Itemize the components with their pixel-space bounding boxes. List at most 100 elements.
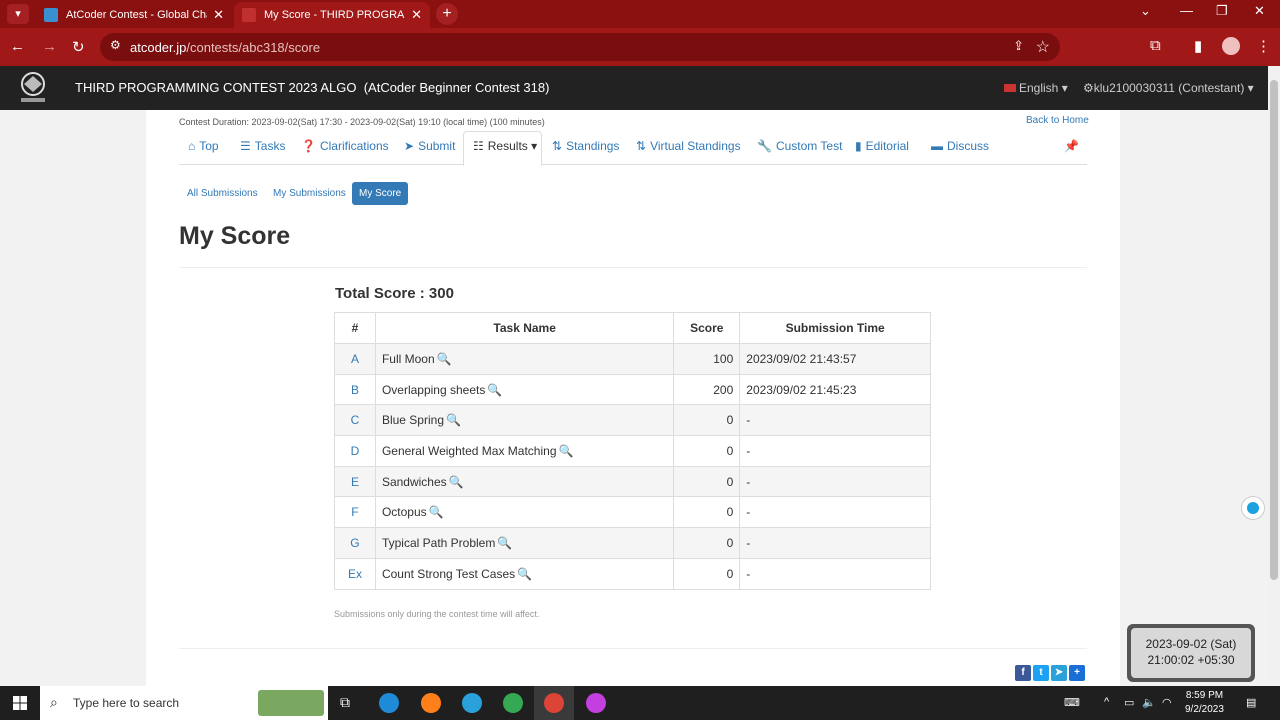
- tab-standings[interactable]: ⇅ Standings: [552, 139, 619, 153]
- task-id-link[interactable]: D: [334, 435, 376, 467]
- tab-label: Discuss: [947, 139, 990, 153]
- contest-title[interactable]: THIRD PROGRAMMING CONTEST 2023 ALGO (AtC…: [75, 80, 549, 95]
- tab-virtual-standings[interactable]: ⇅ Virtual Standings: [636, 139, 741, 153]
- close-window-icon[interactable]: ✕: [1254, 3, 1265, 19]
- user-dropdown[interactable]: ⚙klu2100030311 (Contestant) ▾: [1083, 81, 1254, 95]
- back-arrow-icon[interactable]: ←: [10, 38, 25, 55]
- reload-icon[interactable]: ↻: [72, 38, 85, 56]
- share-icon[interactable]: ⇪: [1013, 38, 1024, 54]
- search-icon[interactable]: 🔍: [429, 505, 444, 519]
- tab-tasks[interactable]: ☰ Tasks: [240, 139, 285, 153]
- tab-editorial[interactable]: ▮ Editorial: [855, 139, 909, 153]
- tab-submit[interactable]: ➤ Submit: [404, 139, 455, 153]
- minimize-icon[interactable]: —: [1180, 3, 1193, 18]
- facebook-share-icon[interactable]: f: [1015, 665, 1031, 681]
- question-icon: ❓: [301, 139, 316, 153]
- scrollbar-thumb[interactable]: [1270, 80, 1278, 580]
- telegram-share-icon[interactable]: ➤: [1051, 665, 1067, 681]
- taskbar-search-input[interactable]: ⌕ Type here to search: [40, 686, 328, 720]
- search-icon[interactable]: 🔍: [449, 475, 464, 489]
- table-row: A Full Moon 🔍 100 2023/09/02 21:43:57: [334, 343, 931, 375]
- sort-icon: ⇅: [636, 139, 647, 153]
- notifications-icon[interactable]: ▤: [1246, 696, 1256, 709]
- my-submissions-link[interactable]: My Submissions: [266, 182, 353, 205]
- clock-overlay: 2023-09-02 (Sat) 21:00:02 +05:30: [1127, 624, 1255, 682]
- search-icon[interactable]: 🔍: [559, 444, 574, 458]
- all-submissions-link[interactable]: All Submissions: [180, 182, 265, 205]
- more-menu-icon[interactable]: ⋮: [1256, 37, 1271, 55]
- wps-office-icon[interactable]: [586, 693, 606, 713]
- search-icon[interactable]: 🔍: [497, 536, 512, 550]
- keyboard-icon[interactable]: ⌨: [1064, 696, 1080, 709]
- bookmark-star-icon[interactable]: ☆: [1036, 37, 1050, 57]
- search-icon: ⌕: [50, 694, 58, 710]
- tab-top[interactable]: ⌂ Top: [188, 139, 219, 153]
- maximize-icon[interactable]: ❐: [1216, 3, 1228, 19]
- browser-tab-my-score[interactable]: My Score - THIRD PROGRAMMI ✕: [234, 2, 430, 28]
- url-input[interactable]: ⚙ atcoder.jp/contests/abc318/score ⇪ ☆: [100, 33, 1060, 61]
- task-id-link[interactable]: F: [334, 496, 376, 529]
- task-id-link[interactable]: A: [334, 343, 376, 375]
- floating-assistant-button[interactable]: [1241, 496, 1265, 520]
- language-label: English: [1019, 81, 1059, 95]
- site-info-icon[interactable]: ⚙: [110, 38, 121, 52]
- task-view-icon[interactable]: ⧉: [340, 694, 350, 711]
- tab-search-icon[interactable]: ▾: [7, 4, 29, 24]
- telegram-icon[interactable]: [462, 693, 482, 713]
- task-name: Octopus: [381, 505, 427, 520]
- twitter-share-icon[interactable]: t: [1033, 665, 1049, 681]
- edge-browser-icon[interactable]: [379, 693, 399, 713]
- tab-clarifications[interactable]: ❓ Clarifications: [301, 139, 389, 153]
- task-name: Sandwiches: [381, 474, 447, 489]
- battery-icon[interactable]: ▭: [1124, 696, 1134, 709]
- task-id-link[interactable]: Ex: [334, 557, 376, 590]
- more-share-icon[interactable]: +: [1069, 665, 1085, 681]
- tab-results[interactable]: ☷ Results ▾: [473, 139, 537, 153]
- task-id-link[interactable]: E: [334, 465, 376, 498]
- browser-tab-atcoder-contest[interactable]: AtCoder Contest - Global Challe ✕: [36, 2, 232, 28]
- close-tab-icon[interactable]: ✕: [213, 7, 224, 23]
- browser-address-bar-row: ← → ↻ ⚙ atcoder.jp/contests/abc318/score…: [0, 28, 1280, 66]
- submission-time-cell: -: [739, 465, 931, 498]
- my-score-link[interactable]: My Score: [352, 182, 409, 205]
- atcoder-logo-icon[interactable]: [12, 70, 54, 106]
- task-id-link[interactable]: C: [334, 404, 376, 437]
- user-label: klu2100030311 (Contestant): [1093, 81, 1245, 95]
- search-icon[interactable]: 🔍: [446, 413, 461, 427]
- speaker-icon[interactable]: 🔈: [1142, 696, 1156, 709]
- forward-arrow-icon[interactable]: →: [42, 38, 57, 55]
- extensions-icon[interactable]: ⧉: [1150, 37, 1161, 54]
- table-row: D General Weighted Max Matching 🔍 0 -: [334, 435, 931, 467]
- clock-time: 21:00:02 +05:30: [1147, 653, 1235, 667]
- windows-start-icon[interactable]: [13, 696, 27, 710]
- tab-title: My Score - THIRD PROGRAMMI: [264, 9, 405, 21]
- task-id-link[interactable]: B: [334, 373, 376, 406]
- search-icon[interactable]: 🔍: [517, 567, 532, 581]
- pin-icon[interactable]: 📌: [1064, 139, 1079, 153]
- taskbar-clock[interactable]: 8:59 PM 9/2/2023: [1185, 689, 1224, 717]
- side-panel-icon[interactable]: ▮: [1194, 37, 1202, 55]
- score-cell: 0: [673, 527, 741, 559]
- tab-label: Standings: [566, 139, 620, 153]
- back-to-home-link[interactable]: Back to Home: [1026, 115, 1089, 126]
- firefox-icon[interactable]: [421, 693, 441, 713]
- table-row: G Typical Path Problem 🔍 0 -: [334, 527, 931, 559]
- task-name: Full Moon: [381, 351, 435, 366]
- language-dropdown[interactable]: English ▾: [1004, 81, 1068, 95]
- wifi-icon[interactable]: ◠: [1162, 696, 1172, 709]
- tray-chevron-icon[interactable]: ^: [1104, 696, 1109, 708]
- tab-discuss[interactable]: ▬ Discuss: [931, 139, 989, 153]
- tab-custom-test[interactable]: 🔧 Custom Test: [757, 139, 842, 153]
- tab-label: Editorial: [865, 139, 909, 153]
- close-tab-icon[interactable]: ✕: [411, 7, 422, 23]
- chrome-active-icon[interactable]: [544, 693, 564, 713]
- task-id-link[interactable]: G: [334, 527, 376, 559]
- profile-avatar[interactable]: [1222, 37, 1240, 55]
- tab-list-chevron-icon[interactable]: ⌄: [1140, 3, 1151, 19]
- search-icon[interactable]: 🔍: [487, 383, 502, 397]
- new-tab-button[interactable]: +: [436, 3, 458, 25]
- gear-icon: ⚙: [1083, 81, 1094, 95]
- submission-time-cell: -: [739, 435, 931, 467]
- search-icon[interactable]: 🔍: [437, 352, 452, 366]
- chrome-icon[interactable]: [503, 693, 523, 713]
